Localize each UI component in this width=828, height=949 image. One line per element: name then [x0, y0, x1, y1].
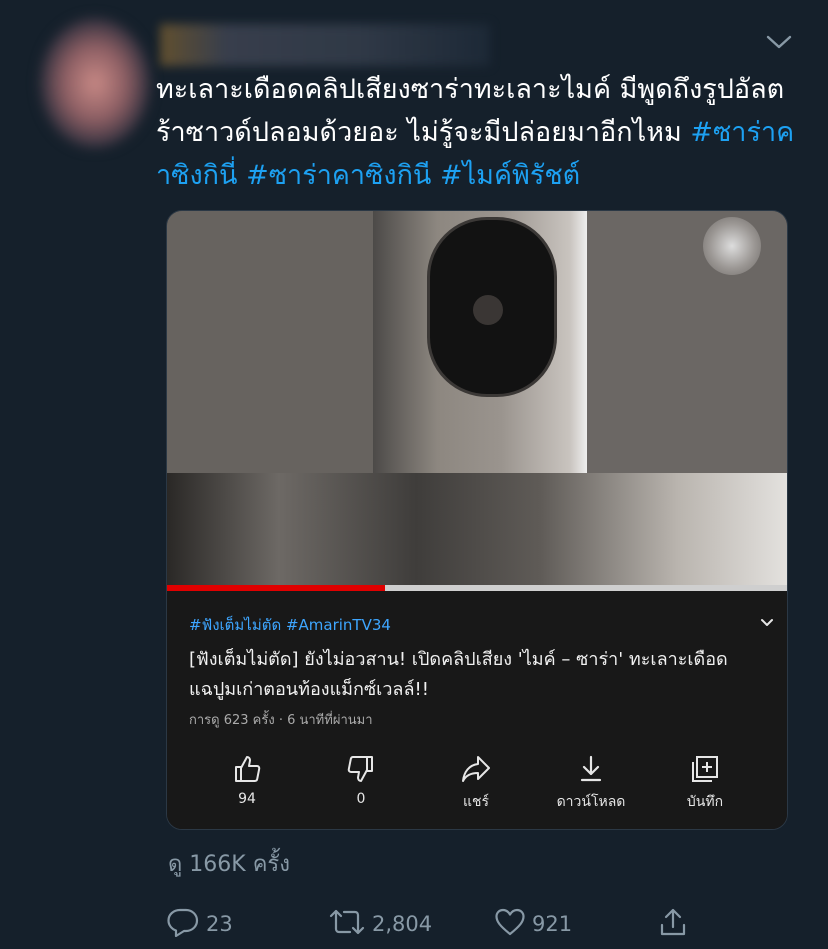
video-title[interactable]: [ฟังเต็มไม่ตัด] ยังไม่อวสาน! เปิดคลิปเสี…	[189, 645, 749, 705]
share-arrow-icon	[460, 753, 492, 785]
dislike-button[interactable]: 0	[311, 753, 411, 819]
add-to-playlist-icon	[689, 753, 721, 785]
retweet-icon	[328, 907, 366, 941]
tweet-action-bar: 23 2,804 921	[166, 904, 696, 944]
like-count: 94	[238, 791, 256, 807]
reply-button[interactable]: 23	[166, 904, 233, 944]
avatar[interactable]	[40, 18, 150, 148]
download-icon	[575, 753, 607, 785]
video-actions: 94 0 แชร์ ดาวน์โหลด บันทึก	[167, 741, 787, 821]
thumbnail-bottom-strip	[167, 473, 787, 585]
share-label: แชร์	[462, 794, 490, 810]
like-button[interactable]: 94	[197, 753, 297, 819]
video-thumbnail[interactable]	[167, 211, 787, 591]
thumbs-down-icon	[345, 753, 377, 785]
retweet-count: 2,804	[372, 912, 433, 936]
video-meta: #ฟังเต็มไม่ตัด #AmarinTV34 [ฟังเต็มไม่ตั…	[167, 591, 787, 829]
share-video-button[interactable]: แชร์	[426, 753, 526, 819]
reply-count: 23	[206, 912, 233, 936]
dislike-count: 0	[356, 791, 366, 807]
retweet-button[interactable]: 2,804	[328, 904, 432, 944]
like-tweet-button[interactable]: 921	[494, 904, 572, 944]
tweet-text: ทะเลาะเดือดคลิปเสียงซาร่าทะเลาะไมค์ มีพู…	[156, 68, 796, 197]
share-icon	[658, 906, 688, 942]
thumbnail-flash	[703, 217, 761, 275]
hashtag-3[interactable]: #ไมค์พิรัชต์	[440, 160, 580, 191]
video-tags[interactable]: #ฟังเต็มไม่ตัด #AmarinTV34	[189, 613, 391, 637]
tweet-view-count: ดู 166K ครั้ง	[168, 852, 290, 877]
thumbnail-wall-left	[167, 211, 373, 473]
download-button[interactable]: ดาวน์โหลด	[541, 753, 641, 819]
download-label: ดาวน์โหลด	[556, 794, 626, 810]
like-tweet-count: 921	[532, 912, 573, 936]
thumbnail-lens-center	[473, 295, 503, 325]
caret-down-icon[interactable]	[764, 30, 794, 54]
video-card[interactable]: #ฟังเต็มไม่ตัด #AmarinTV34 [ฟังเต็มไม่ตั…	[166, 210, 788, 830]
save-button[interactable]: บันทึก	[655, 753, 755, 819]
reply-icon	[166, 907, 200, 941]
thumbs-up-icon	[231, 753, 263, 785]
hashtag-2[interactable]: #ซาร่าคาซิงกินี	[246, 160, 431, 191]
save-label: บันทึก	[686, 794, 724, 810]
share-tweet-button[interactable]	[658, 904, 688, 944]
chevron-down-icon[interactable]	[757, 613, 777, 633]
heart-icon	[494, 907, 526, 941]
video-views: การดู 623 ครั้ง · 6 นาทีที่ผ่านมา	[189, 713, 373, 728]
author-name-blurred[interactable]	[160, 24, 490, 66]
tweet-page: ทะเลาะเดือดคลิปเสียงซาร่าทะเลาะไมค์ มีพู…	[0, 0, 828, 949]
